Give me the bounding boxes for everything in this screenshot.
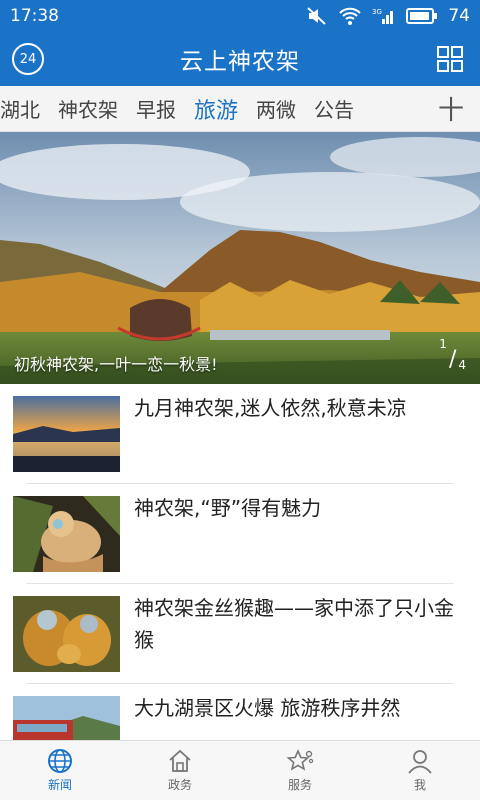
grid-menu-icon[interactable] <box>436 45 464 77</box>
nav-news-label: 新闻 <box>47 778 72 792</box>
star-icon <box>286 748 314 776</box>
list-item[interactable]: 神农架,“野”得有魅力 <box>0 484 480 584</box>
nav-government[interactable]: 政务 <box>120 741 240 800</box>
nav-government-label: 政务 <box>167 778 192 792</box>
svg-text:3G: 3G <box>372 8 382 16</box>
nav-news[interactable]: 新闻 <box>0 741 120 800</box>
tab-morning-news[interactable]: 早报 <box>130 94 182 123</box>
nav-me-label: 我 <box>413 778 426 792</box>
hero-caption: 初秋神农架,一叶一恋一秋景! <box>14 355 218 374</box>
article-list: 九月神农架,迷人依然,秋意未凉 神农架,“野”得有魅力 神农架金丝猴趣——家中添… <box>0 384 480 740</box>
wifi-icon <box>338 6 362 26</box>
article-thumbnail <box>13 596 120 672</box>
slide-current: 1 <box>439 337 447 351</box>
tab-weibo-weixin[interactable]: 两微 <box>250 94 302 123</box>
battery-icon <box>406 7 438 25</box>
list-item[interactable]: 神农架金丝猴趣——家中添了只小金猴 <box>0 584 480 684</box>
signal-icon: 3G <box>372 6 396 26</box>
hero-image <box>0 132 480 384</box>
tab-travel[interactable]: 旅游 <box>188 93 244 125</box>
app-bar: 24 云上神农架 <box>0 32 480 86</box>
person-icon <box>407 748 433 776</box>
add-tab-button[interactable]: 十 <box>432 90 480 127</box>
nav-service-label: 服务 <box>287 778 312 792</box>
slide-total: 4 <box>458 358 466 372</box>
list-item[interactable]: 大九湖景区火爆 旅游秩序井然 <box>0 684 480 740</box>
status-time: 17:38 <box>10 6 59 26</box>
globe-icon <box>47 748 73 776</box>
app-title: 云上神农架 <box>180 49 300 75</box>
article-thumbnail <box>13 496 120 572</box>
hero-banner[interactable]: 初秋神农架,一叶一恋一秋景! 1 / 4 <box>0 132 480 384</box>
article-thumbnail <box>13 396 120 472</box>
weather-badge-icon[interactable]: 24 <box>12 43 44 75</box>
list-item[interactable]: 九月神农架,迷人依然,秋意未凉 <box>0 384 480 484</box>
battery-level: 74 <box>448 6 470 26</box>
article-title: 神农架金丝猴趣——家中添了只小金猴 <box>134 596 454 652</box>
bottom-navigation: 新闻 政务 服务 我 <box>0 740 480 800</box>
home-icon <box>167 748 193 776</box>
nav-service[interactable]: 服务 <box>240 741 360 800</box>
article-title: 神农架,“野”得有魅力 <box>134 496 322 520</box>
article-title: 大九湖景区火爆 旅游秩序井然 <box>134 696 401 720</box>
badge-number: 24 <box>19 51 37 67</box>
tab-announcement[interactable]: 公告 <box>308 94 360 123</box>
nav-me[interactable]: 我 <box>360 741 480 800</box>
tab-shennongjia[interactable]: 神农架 <box>52 94 124 123</box>
tab-hubei[interactable]: 湖北 <box>0 94 46 123</box>
category-tabs: 湖北 神农架 早报 旅游 两微 公告 十 <box>0 86 480 132</box>
status-bar: 17:38 3G 74 <box>0 0 480 32</box>
mute-icon <box>306 6 328 26</box>
slide-counter: 1 / 4 <box>439 337 466 372</box>
article-title: 九月神农架,迷人依然,秋意未凉 <box>134 396 407 420</box>
article-thumbnail <box>13 696 120 740</box>
